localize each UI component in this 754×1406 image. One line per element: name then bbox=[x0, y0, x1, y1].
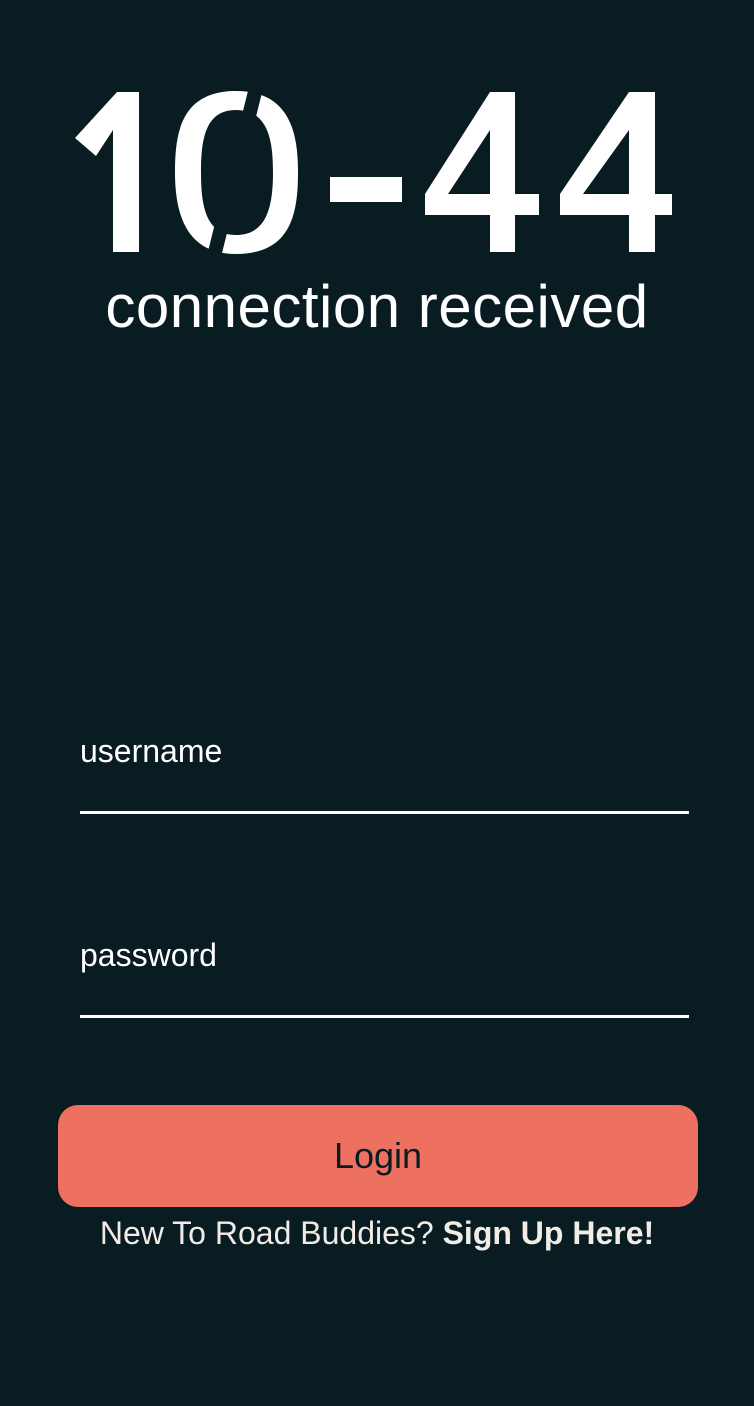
password-input[interactable] bbox=[80, 979, 689, 1013]
password-underline bbox=[80, 1015, 689, 1018]
subtitle: connection received bbox=[105, 273, 649, 340]
password-field[interactable]: password bbox=[80, 935, 689, 1019]
signup-prompt: New To Road Buddies? Sign Up Here! bbox=[0, 1212, 754, 1254]
app-logo: connection received bbox=[0, 0, 754, 360]
username-underline bbox=[80, 811, 689, 814]
username-input[interactable] bbox=[80, 775, 689, 809]
signup-prompt-text: New To Road Buddies? bbox=[99, 1215, 443, 1251]
username-label: username bbox=[80, 733, 223, 769]
logo-text bbox=[75, 84, 672, 262]
login-button[interactable]: Login bbox=[58, 1105, 698, 1207]
signup-link[interactable]: Sign Up Here! bbox=[443, 1215, 655, 1251]
username-field[interactable]: username bbox=[80, 731, 689, 815]
password-label: password bbox=[80, 937, 217, 973]
